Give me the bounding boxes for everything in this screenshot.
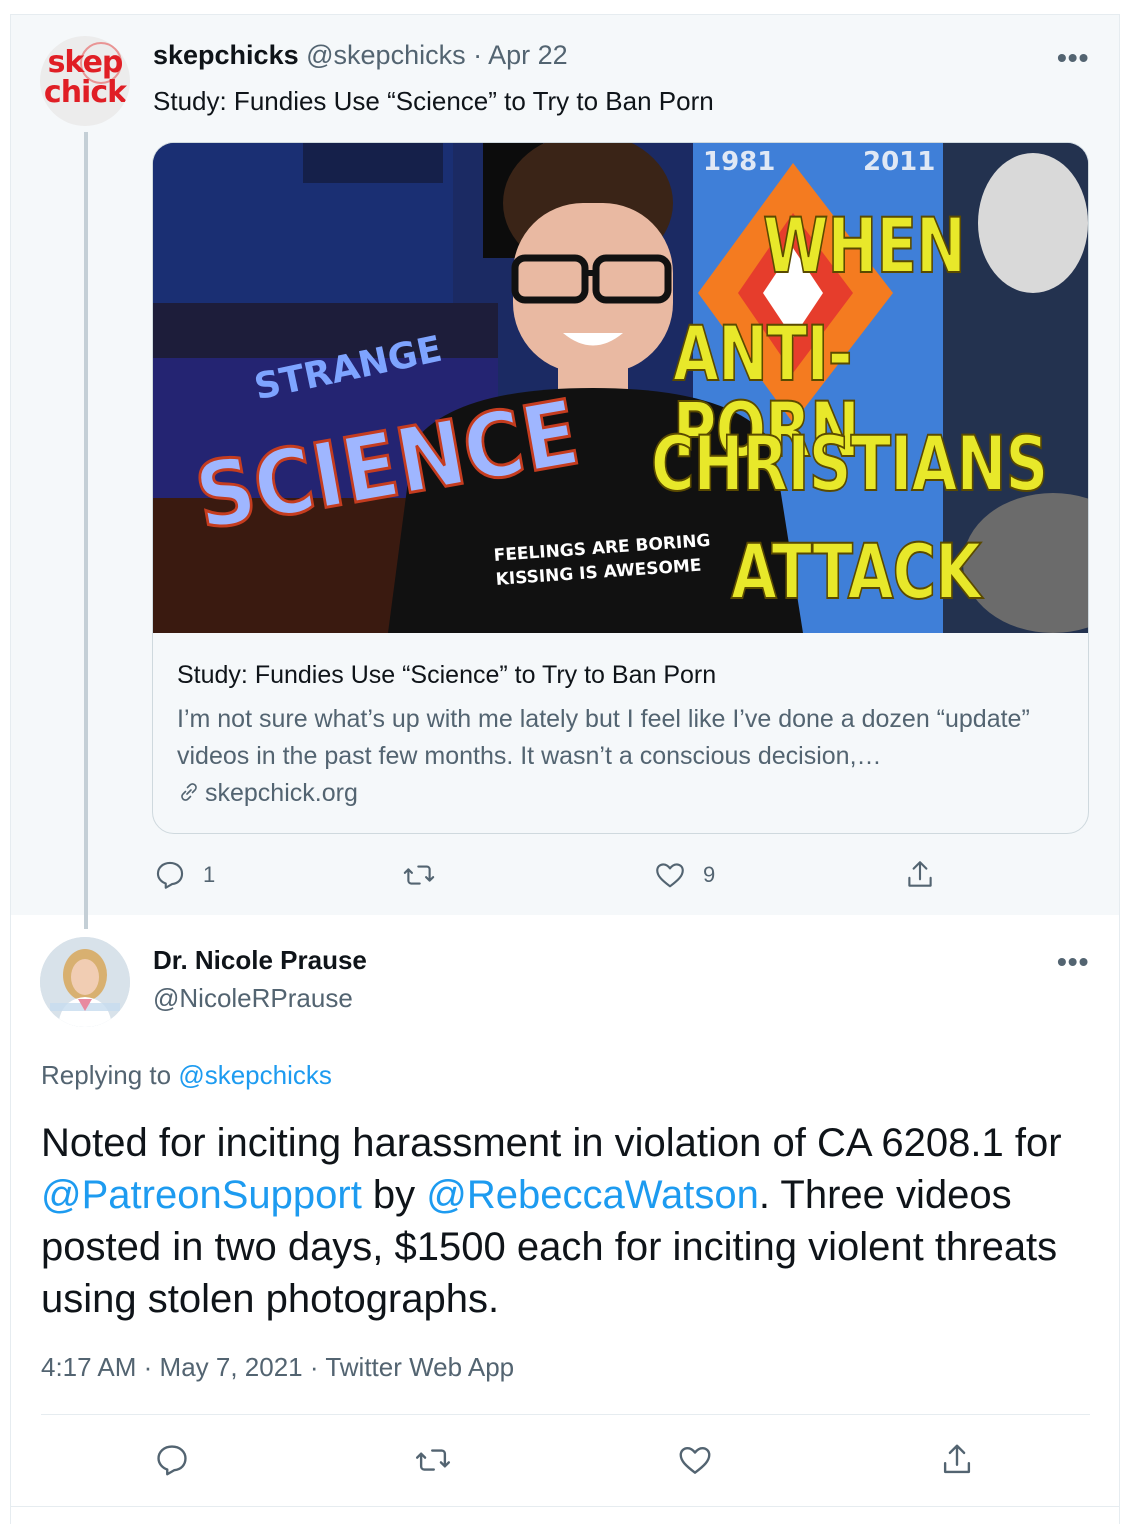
header-separator: · (473, 40, 483, 70)
handle[interactable]: @skepchicks (306, 40, 465, 70)
profile-photo (40, 937, 130, 1027)
parent-tweet-text: Study: Fundies Use “Science” to Try to B… (153, 86, 714, 116)
card-domain: skepchick.org (177, 779, 358, 808)
reply-tweet-text: Noted for inciting harassment in violati… (41, 1117, 1101, 1325)
tweet-timestamp: 4:17 AM · May 7, 2021 · Twitter Web App (41, 1352, 514, 1383)
reply-tweet-actions (153, 1441, 983, 1481)
tweet-time[interactable]: 4:17 AM (41, 1352, 136, 1382)
text-part-1: Noted for inciting harassment in violati… (41, 1121, 1062, 1165)
nicole-prause-avatar[interactable] (40, 937, 130, 1027)
reply-button[interactable] (153, 1441, 191, 1479)
heart-icon (679, 1446, 711, 1474)
avatar-logo-bottom: chick (43, 75, 127, 110)
mention-patreonsupport[interactable]: @PatreonSupport (41, 1173, 362, 1217)
parent-tweet-actions: 1 9 (153, 858, 943, 898)
share-button[interactable] (938, 1441, 976, 1479)
retweet-icon (415, 1449, 451, 1471)
skepchicks-avatar[interactable]: skep chick (40, 36, 130, 126)
like-button[interactable]: 9 (653, 858, 715, 892)
like-button[interactable] (676, 1441, 714, 1479)
tweet-date[interactable]: May 7, 2021 (160, 1352, 303, 1382)
poster-year-right: 2011 (863, 147, 936, 177)
reply-icon (156, 861, 184, 889)
like-count: 9 (703, 862, 716, 887)
card-title: Study: Fundies Use “Science” to Try to B… (177, 661, 717, 689)
divider (41, 1414, 1090, 1415)
share-icon (943, 1444, 971, 1474)
headline-line-3: CHRISTIANS (650, 419, 1049, 508)
headline-line-4: ATTACK (730, 527, 982, 616)
tweet-source[interactable]: Twitter Web App (325, 1352, 514, 1382)
card-thumbnail: 1981 2011 STRANGE SCIENCE FEELINGS ARE B… (153, 143, 1088, 633)
reply-icon (157, 1445, 187, 1476)
reply-button[interactable]: 1 (153, 858, 215, 892)
more-options-icon[interactable]: ••• (1057, 946, 1089, 978)
retweet-button[interactable] (401, 858, 437, 892)
text-part-2: by (361, 1173, 427, 1217)
share-button[interactable] (903, 858, 937, 892)
headline-line-1: WHEN (762, 201, 966, 290)
avatar-logo: skep chick (42, 48, 128, 108)
display-name[interactable]: Dr. Nicole Prause (153, 945, 367, 976)
link-preview-card[interactable]: 1981 2011 STRANGE SCIENCE FEELINGS ARE B… (152, 142, 1089, 834)
reply-count: 1 (203, 862, 216, 887)
heart-icon (656, 863, 684, 888)
retweet-button[interactable] (413, 1441, 453, 1479)
poster-year-left: 1981 (703, 147, 776, 177)
link-icon (181, 783, 197, 801)
avatar-logo-top: skep (47, 45, 124, 80)
more-options-icon[interactable]: ••• (1057, 42, 1089, 74)
display-name[interactable]: skepchicks (153, 40, 299, 70)
mention-rebeccawatson[interactable]: @RebeccaWatson (426, 1173, 759, 1217)
parent-tweet-header: skepchicks @skepchicks · Apr 22 (153, 40, 568, 71)
thread-connector-line (84, 132, 88, 929)
replying-prefix: Replying to (41, 1060, 172, 1090)
handle[interactable]: @NicoleRPrause (153, 983, 353, 1014)
retweet-icon (403, 865, 435, 885)
replying-handle-link[interactable]: @skepchicks (178, 1060, 332, 1090)
stamp-separator-1: · (143, 1352, 153, 1382)
card-domain-text: skepchick.org (205, 779, 358, 807)
share-icon (908, 861, 932, 887)
card-description: I’m not sure what’s up with me lately bu… (177, 705, 1030, 770)
stamp-separator-2: · (309, 1352, 319, 1382)
bottom-divider (11, 1506, 1119, 1507)
tweet-date[interactable]: Apr 22 (488, 40, 568, 70)
replying-to: Replying to @skepchicks (41, 1060, 332, 1091)
